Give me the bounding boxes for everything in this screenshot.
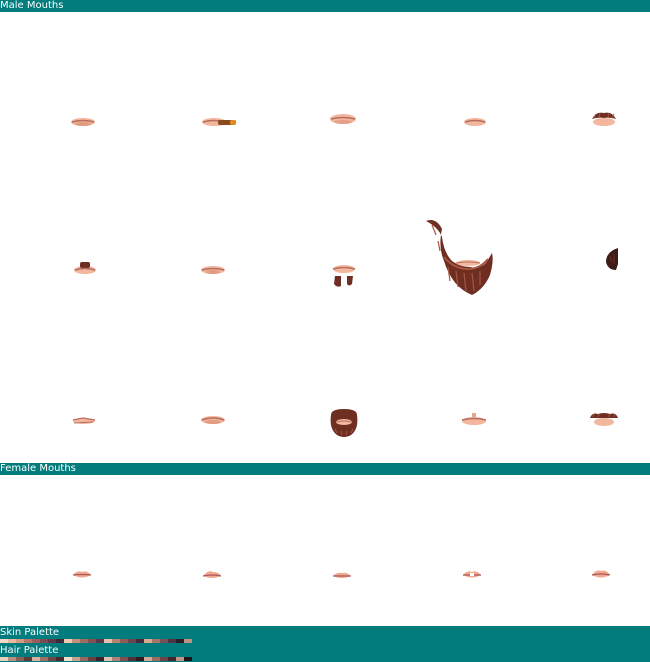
long-beard-icon[interactable] [422,217,496,299]
palette-swatch [64,657,72,661]
palette-swatch [48,657,56,661]
mouth-cigar-icon[interactable] [200,114,238,130]
palette-swatch [80,639,88,643]
mouth-icon[interactable] [70,114,96,128]
palette-swatch [128,657,136,661]
palette-swatch [80,657,88,661]
palette-swatch [112,639,120,643]
palette-swatch [176,657,184,661]
female-mouths-panel [0,475,650,626]
palette-swatch [168,657,176,661]
palette-swatch [32,657,40,661]
palette-swatch [0,657,8,661]
palette-swatch [40,639,48,643]
palette-swatch [120,657,128,661]
palette-swatch [128,639,136,643]
section-title: Male Mouths [0,0,64,11]
palette-swatch [8,657,16,661]
mouth-icon[interactable] [200,262,226,276]
palette-swatch [152,657,160,661]
mouth-icon[interactable] [590,567,612,581]
hair-palette-swatches [0,657,192,661]
palette-swatch [184,657,192,661]
male-mouths-panel [0,12,650,463]
palette-swatch [16,639,24,643]
palette-swatch [88,657,96,661]
palette-swatch [144,657,152,661]
mouth-icon[interactable] [201,568,223,582]
palette-swatch [104,639,112,643]
palette-swatch [24,639,32,643]
mouth-icon[interactable] [331,570,353,582]
palette-swatch [136,639,144,643]
palette-swatch [32,639,40,643]
skin-palette-swatches [0,639,192,643]
skin-palette-label: Skin Palette [0,627,60,638]
palette-swatch [8,639,16,643]
mouth-goatee-icon[interactable] [331,262,357,290]
mouth-icon[interactable] [71,414,97,428]
palette-swatch [40,657,48,661]
palette-swatch [160,639,168,643]
palette-swatch [168,639,176,643]
palette-swatch [96,657,104,661]
mouth-icon[interactable] [329,112,357,126]
section-title: Female Mouths [0,463,76,474]
palette-swatch [72,657,80,661]
palette-swatch [160,657,168,661]
mouth-mustache-icon[interactable] [590,110,618,128]
palette-swatch [136,657,144,661]
palette-panel: Skin Palette Hair Palette [0,626,650,662]
palette-swatch [88,639,96,643]
palette-swatch [120,639,128,643]
palette-swatch [72,639,80,643]
mouth-icon[interactable] [200,412,226,426]
mouth-icon[interactable] [461,568,483,582]
mouth-icon[interactable] [463,114,487,128]
mouth-small-beard-icon[interactable] [72,260,98,278]
palette-swatch [16,657,24,661]
mouth-icon[interactable] [460,412,488,428]
palette-swatch [24,657,32,661]
mouth-handlebar-mustache-icon[interactable] [588,410,620,428]
palette-swatch [112,657,120,661]
palette-swatch [56,657,64,661]
palette-swatch [176,639,184,643]
palette-swatch [0,639,8,643]
palette-swatch [184,639,192,643]
palette-swatch [152,639,160,643]
hair-palette-label: Hair Palette [0,645,59,656]
palette-swatch [96,639,104,643]
palette-swatch [104,657,112,661]
palette-swatch [64,639,72,643]
palette-swatch [144,639,152,643]
palette-swatch [48,639,56,643]
full-beard-icon[interactable] [329,409,359,437]
sideburn-icon[interactable] [604,248,622,272]
section-header-male: Male Mouths [0,0,650,12]
palette-swatch [56,639,64,643]
mouth-icon[interactable] [71,568,93,582]
section-header-female: Female Mouths [0,463,650,475]
